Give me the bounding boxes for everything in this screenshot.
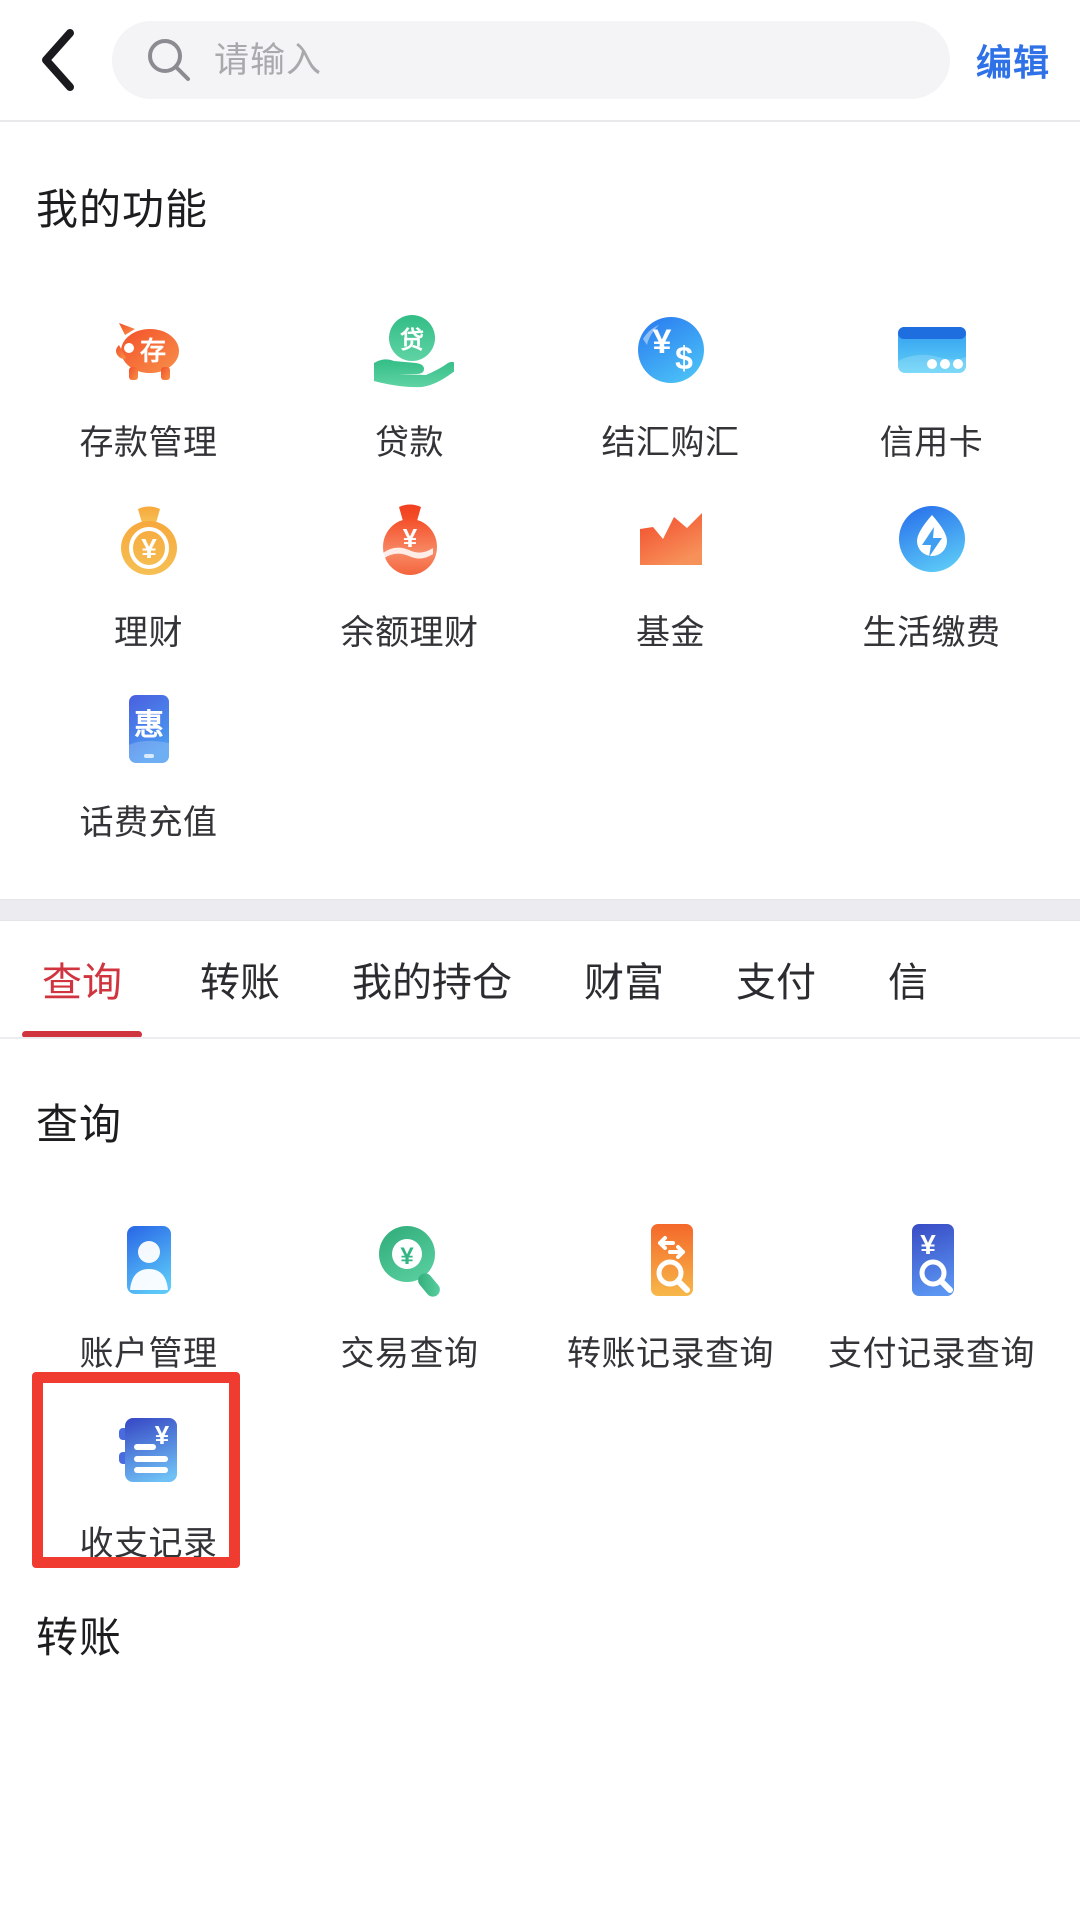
edit-button[interactable]: 编辑 — [976, 34, 1050, 86]
tab-transfer[interactable]: 转账 — [164, 921, 316, 1037]
function-item-label: 结汇购汇 — [601, 424, 740, 462]
query-item-label: 交易查询 — [340, 1335, 479, 1373]
back-button[interactable] — [26, 28, 90, 92]
grid-spacer — [279, 667, 540, 857]
query-item-label: 账户管理 — [79, 1335, 218, 1373]
svg-text:¥: ¥ — [402, 523, 417, 553]
tab-label: 财富 — [584, 961, 664, 1005]
function-item-fx-exchange[interactable]: ¥ $ 结汇购汇 — [540, 287, 801, 477]
function-item-label: 信用卡 — [879, 424, 984, 462]
money-bag-red-icon: ¥ — [366, 495, 454, 583]
query-item-income-expense-record[interactable]: ¥ 收支记录 — [18, 1372, 279, 1578]
search-icon — [148, 39, 190, 81]
magnifier-yuan-green-icon: ¥ — [366, 1216, 454, 1304]
chevron-left-icon — [42, 29, 74, 91]
function-item-loan[interactable]: 贷 贷款 — [279, 287, 540, 477]
tab-my-holdings[interactable]: 我的持仓 — [316, 921, 548, 1037]
ledger-book-icon: ¥ — [105, 1406, 193, 1494]
query-item-label: 支付记录查询 — [828, 1335, 1035, 1373]
svg-text:¥: ¥ — [154, 1420, 169, 1450]
svg-text:贷: 贷 — [400, 326, 424, 354]
function-item-label: 基金 — [636, 614, 705, 652]
utility-payment-icon — [888, 495, 976, 583]
credit-card-icon — [888, 305, 976, 393]
grid-spacer — [801, 667, 1062, 857]
function-item-wealth-management[interactable]: ¥ 理财 — [18, 477, 279, 667]
my-functions-title: 我的功能 — [36, 186, 209, 233]
function-item-phone-recharge[interactable]: 惠 话费充值 — [18, 667, 279, 857]
grid-spacer — [801, 1388, 1062, 1578]
function-item-deposit-management[interactable]: 存 存款管理 — [18, 287, 279, 477]
svg-text:¥: ¥ — [920, 1229, 936, 1260]
query-section-title: 查询 — [36, 1101, 123, 1148]
function-item-credit-card[interactable]: 信用卡 — [801, 287, 1062, 477]
tab-label: 支付 — [736, 961, 816, 1005]
my-functions-grid: 存 存款管理 贷 贷款 ¥ $ 结汇购汇 信用卡 ¥ 理财 ¥ 余额理财 基金 … — [0, 287, 1080, 857]
query-item-payment-record-query[interactable]: ¥ 支付记录查询 — [801, 1198, 1062, 1388]
svg-text:¥: ¥ — [400, 1243, 414, 1270]
payment-search-icon: ¥ — [888, 1216, 976, 1304]
function-item-label: 话费充值 — [79, 804, 218, 842]
tab-label: 转账 — [200, 961, 280, 1005]
query-item-label: 转账记录查询 — [567, 1335, 774, 1373]
svg-text:存: 存 — [139, 336, 165, 366]
svg-text:¥: ¥ — [141, 533, 157, 564]
money-bag-yuan-icon: ¥ — [105, 495, 193, 583]
function-item-label: 理财 — [114, 614, 183, 652]
function-item-label: 余额理财 — [340, 614, 479, 652]
function-item-label: 生活缴费 — [862, 614, 1001, 652]
tab-label: 信 — [888, 961, 928, 1005]
tab-label: 我的持仓 — [352, 961, 512, 1005]
app-screen: 请输入 编辑 我的功能 存 存款管理 贷 贷款 ¥ $ 结汇购汇 信用卡 ¥ 理… — [0, 0, 1080, 1921]
grid-spacer — [540, 1388, 801, 1578]
grid-spacer — [279, 1388, 540, 1578]
query-item-transfer-record-query[interactable]: 转账记录查询 — [540, 1198, 801, 1388]
transfer-section-title: 转账 — [36, 1614, 123, 1661]
search-placeholder-text: 请输入 — [214, 40, 323, 80]
phone-recharge-icon: 惠 — [105, 685, 193, 773]
tab-wealth[interactable]: 财富 — [548, 921, 700, 1037]
currency-exchange-icon: ¥ $ — [627, 305, 715, 393]
svg-text:¥: ¥ — [652, 323, 671, 361]
query-item-label: 收支记录 — [79, 1525, 218, 1563]
category-tab-bar: 查询 转账 我的持仓 财富 支付 信 — [0, 921, 1080, 1039]
tab-label: 查询 — [42, 961, 122, 1005]
hand-coin-icon: 贷 — [366, 305, 454, 393]
query-item-account-management[interactable]: 账户管理 — [18, 1198, 279, 1388]
function-item-label: 贷款 — [375, 424, 444, 462]
grid-spacer — [540, 667, 801, 857]
svg-text:$: $ — [675, 340, 693, 376]
top-header: 请输入 编辑 — [0, 0, 1080, 122]
function-item-balance-wealth[interactable]: ¥ 余额理财 — [279, 477, 540, 667]
function-item-label: 存款管理 — [79, 424, 218, 462]
tab-partial-next[interactable]: 信 — [852, 921, 964, 1037]
tab-query[interactable]: 查询 — [0, 921, 164, 1037]
function-item-utility-payment[interactable]: 生活缴费 — [801, 477, 1062, 667]
tab-payment[interactable]: 支付 — [700, 921, 852, 1037]
svg-text:惠: 惠 — [134, 709, 164, 742]
transfer-search-icon — [627, 1216, 715, 1304]
piggy-bank-icon: 存 — [105, 305, 193, 393]
query-item-transaction-query[interactable]: ¥ 交易查询 — [279, 1198, 540, 1388]
section-divider — [0, 899, 1080, 921]
growth-chart-icon — [627, 495, 715, 583]
search-input[interactable]: 请输入 — [112, 21, 950, 99]
query-section-grid: 账户管理 ¥ 交易查询 转账记录查询 ¥ 支付记录查询 ¥ 收支记录 — [0, 1198, 1080, 1578]
account-card-icon — [105, 1216, 193, 1304]
function-item-fund[interactable]: 基金 — [540, 477, 801, 667]
